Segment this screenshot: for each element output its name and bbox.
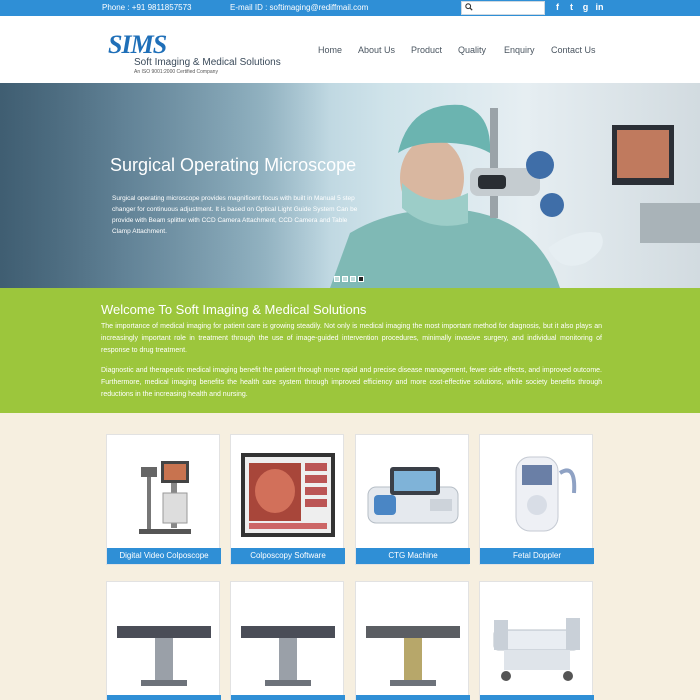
slider-pagination	[334, 269, 366, 287]
nav-home[interactable]: Home	[318, 45, 342, 55]
product-image-software	[241, 453, 335, 537]
welcome-paragraph: Diagnostic and therapeutic medical imagi…	[101, 367, 602, 398]
product-card[interactable]: Fetal Doppler	[479, 434, 594, 565]
product-label[interactable]	[231, 695, 345, 700]
nav-product[interactable]: Product	[411, 45, 442, 55]
google-plus-icon[interactable]: g	[580, 2, 591, 12]
hero-slider: Surgical Operating Microscope Surgical o…	[0, 83, 700, 288]
product-label[interactable]: Fetal Doppler	[480, 548, 594, 564]
product-label[interactable]	[356, 695, 470, 700]
slider-dot[interactable]	[342, 276, 348, 282]
surgeon-microscope-illustration	[330, 104, 700, 288]
product-card[interactable]	[479, 581, 594, 700]
slider-dot[interactable]	[350, 276, 356, 282]
product-card[interactable]: Digital Video Colposcope	[106, 434, 221, 565]
product-image-colposcope	[139, 461, 191, 534]
site-header: SIMS Soft Imaging & Medical Solutions An…	[0, 16, 700, 83]
welcome-title: Welcome To Soft Imaging & Medical Soluti…	[101, 302, 367, 317]
product-image-doppler	[515, 456, 577, 532]
product-label[interactable]	[480, 695, 594, 700]
top-bar: Phone : +91 9811857573 E-mail ID : softi…	[0, 0, 700, 16]
nav-enquiry[interactable]: Enquiry	[504, 45, 535, 55]
hero-description: Surgical operating microscope provides m…	[112, 195, 358, 235]
product-image-operating-table	[366, 626, 460, 686]
logo-company-name: Soft Imaging & Medical Solutions	[134, 57, 281, 68]
welcome-section: Welcome To Soft Imaging & Medical Soluti…	[0, 288, 700, 413]
hero-title: Surgical Operating Microscope	[110, 155, 357, 175]
nav-about-us[interactable]: About Us	[358, 45, 395, 55]
search-input[interactable]	[461, 1, 545, 15]
product-image-ctg	[367, 467, 459, 524]
slider-dot[interactable]	[334, 276, 340, 282]
search-icon[interactable]	[465, 3, 473, 11]
nav-quality[interactable]: Quality	[458, 45, 486, 55]
facebook-icon[interactable]: f	[552, 2, 563, 12]
product-image-operating-table	[241, 626, 335, 686]
product-image-operating-table	[117, 626, 211, 686]
product-label[interactable]: CTG Machine	[356, 548, 470, 564]
email-address[interactable]: E-mail ID : softimaging@rediffmail.com	[230, 3, 368, 12]
product-label[interactable]: Digital Video Colposcope	[107, 548, 221, 564]
linkedin-icon[interactable]: in	[594, 2, 605, 12]
product-card[interactable]: CTG Machine	[355, 434, 470, 565]
logo-mark: SIMS	[108, 30, 167, 59]
nav-contact-us[interactable]: Contact Us	[551, 45, 596, 55]
slider-dot-active[interactable]	[358, 276, 364, 282]
product-image-hospital-bed	[493, 618, 580, 681]
product-card[interactable]	[106, 581, 221, 700]
product-card[interactable]	[355, 581, 470, 700]
product-label[interactable]	[107, 695, 221, 700]
welcome-paragraph: The importance of medical imaging for pa…	[101, 323, 602, 354]
twitter-icon[interactable]: t	[566, 2, 577, 12]
phone-number: Phone : +91 9811857573	[102, 3, 192, 12]
product-card[interactable]	[230, 581, 345, 700]
logo-certification: An ISO 9001:2000 Certified Company	[134, 69, 218, 75]
product-card[interactable]: Colposcopy Software	[230, 434, 345, 565]
product-label[interactable]: Colposcopy Software	[231, 548, 345, 564]
